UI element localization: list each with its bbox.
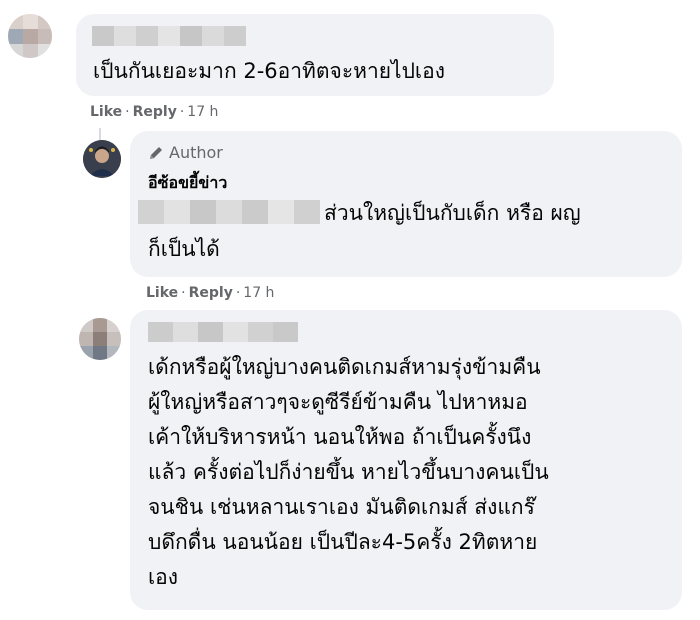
comment-text-line: ก็เป็นได้: [148, 237, 220, 261]
blurred-commenter-name: [148, 322, 298, 342]
comment-actions: Like · Reply · 17 h: [90, 104, 219, 120]
like-button[interactable]: Like: [90, 104, 122, 120]
author-badge: Author: [148, 143, 223, 162]
reply-button[interactable]: Reply: [133, 104, 177, 120]
pencil-icon: [150, 146, 162, 159]
timestamp[interactable]: 17 h: [187, 104, 218, 120]
comment-text: เป็นกันเยอะมาก 2-6อาทิตจะหายไปเอง: [93, 59, 445, 83]
comment-text-line: เอง: [148, 565, 179, 589]
author-badge-label: Author: [169, 143, 223, 162]
comment-text-line: ผู้ใหญ่หรือสาวๆจะดูซีรีย์ข้ามคืน ไปหาหมอ: [148, 390, 528, 414]
comment-text-line: เค้าให้บริหารหน้า นอนให้พอ ถ้าเป็นครั้งน…: [148, 425, 532, 449]
blurred-commenter-name: [92, 26, 246, 46]
avatar[interactable]: [8, 14, 52, 58]
comment-text-line: เด้กหรือผู้ใหญ่บางคนติดเกมส์หามรุ่งข้ามค…: [148, 355, 541, 379]
comment-actions: Like · Reply · 17 h: [146, 285, 275, 301]
reply-button[interactable]: Reply: [189, 285, 233, 301]
like-button[interactable]: Like: [146, 285, 178, 301]
comment-text-line: แล้ว ครั้งต่อไปก็ง่ายขึ้น หายไวขึ้นบางคน…: [148, 460, 549, 484]
comment-text-line: จนชิน เช่นหลานเราเอง มันติดเกมส์ ส่งแกร๊: [148, 495, 535, 519]
comment-text-line: บดึกดื่น นอนน้อย เป็นปีละ4-5ครั้ง 2ทิตหา…: [148, 530, 538, 554]
author-avatar-image: [83, 140, 121, 178]
blurred-mention: [138, 200, 320, 224]
comment-text-line: ส่วนใหญ่เป็นกับเด็ก หรือ ผญ: [324, 201, 581, 225]
author-avatar[interactable]: [83, 140, 121, 178]
timestamp[interactable]: 17 h: [243, 285, 274, 301]
commenter-name[interactable]: อีซ้อขยี้ข่าว: [148, 171, 227, 196]
avatar[interactable]: [79, 318, 121, 360]
